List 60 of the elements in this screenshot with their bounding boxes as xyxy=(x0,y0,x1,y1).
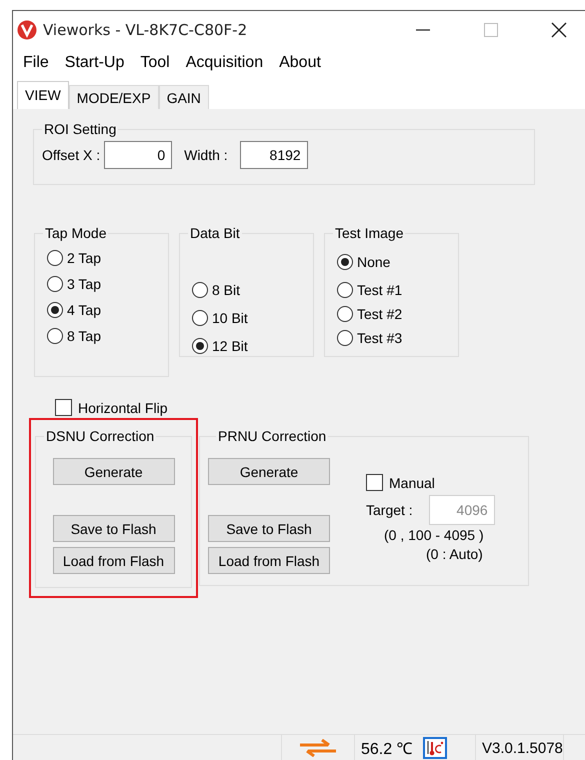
radio-label: 4 Tap xyxy=(67,302,101,318)
checkbox[interactable] xyxy=(55,399,72,416)
field-label: Target : xyxy=(366,502,413,518)
save-button[interactable]: Save to Flash xyxy=(52,515,174,542)
radio-button[interactable] xyxy=(337,330,353,346)
radio-button[interactable] xyxy=(192,338,208,354)
load-button[interactable]: Load from Flash xyxy=(208,547,330,574)
window-title: Vieworks - VL-8K7C-C80F-2 xyxy=(43,21,248,39)
radio-button[interactable] xyxy=(337,306,353,322)
radio-label: Test #2 xyxy=(357,306,402,322)
radio-label: 8 Tap xyxy=(67,328,101,344)
menu-item[interactable]: Acquisition xyxy=(184,54,264,72)
radio-label: None xyxy=(357,254,390,270)
tab[interactable]: VIEW xyxy=(17,81,69,109)
radio-button[interactable] xyxy=(47,302,63,318)
checkbox-label: Horizontal Flip xyxy=(78,400,168,416)
offset-x-field[interactable]: 0 xyxy=(104,141,172,169)
radio-label: 12 Bit xyxy=(212,338,248,354)
app-logo-icon xyxy=(17,20,37,40)
radio-button[interactable] xyxy=(47,276,63,292)
temperature-reading: 56.2 ℃ xyxy=(361,740,413,759)
radio-button[interactable] xyxy=(47,328,63,344)
transfer-arrows-icon xyxy=(298,739,338,757)
range-note: (0 , 100 - 4095 ) xyxy=(384,527,485,543)
group-title: Test Image xyxy=(334,225,404,241)
generate-button[interactable]: Generate xyxy=(208,458,330,485)
auto-note: (0 : Auto) xyxy=(426,546,484,562)
radio-label: 3 Tap xyxy=(67,276,101,292)
group-title: ROI Setting xyxy=(43,121,118,137)
menu-item[interactable]: Start-Up xyxy=(64,54,126,72)
radio-button[interactable] xyxy=(192,282,208,298)
field-label: Offset X : xyxy=(42,147,100,163)
radio-label: 8 Bit xyxy=(212,282,240,298)
checkbox-label: Manual xyxy=(389,474,435,490)
close-icon[interactable] xyxy=(551,22,567,38)
radio-label: 10 Bit xyxy=(212,310,248,326)
load-button[interactable]: Load from Flash xyxy=(52,547,174,574)
group-title: PRNU Correction xyxy=(217,428,328,444)
tab[interactable]: MODE/EXP xyxy=(68,85,159,109)
radio-button[interactable] xyxy=(337,282,353,298)
radio-label: Test #1 xyxy=(357,282,402,298)
group-title: Tap Mode xyxy=(44,225,108,241)
radio-label: 2 Tap xyxy=(67,250,101,266)
generate-button[interactable]: Generate xyxy=(52,458,174,485)
radio-label: Test #3 xyxy=(357,330,402,346)
field-label: Width : xyxy=(184,147,228,163)
thermometer-icon xyxy=(422,737,447,759)
save-button[interactable]: Save to Flash xyxy=(208,515,330,542)
width-field[interactable]: 8192 xyxy=(240,141,308,169)
group-title: Data Bit xyxy=(189,225,241,241)
radio-button[interactable] xyxy=(192,310,208,326)
menu-item[interactable]: Tool xyxy=(139,54,171,72)
radio-button[interactable] xyxy=(337,254,353,270)
version-text: V3.0.1.5078 xyxy=(482,740,563,756)
menu-item[interactable]: File xyxy=(22,54,50,72)
checkbox[interactable] xyxy=(366,474,383,491)
group-title: DSNU Correction xyxy=(45,428,156,444)
tab[interactable]: GAIN xyxy=(158,85,209,109)
menu-item[interactable]: About xyxy=(278,54,322,72)
radio-button[interactable] xyxy=(47,250,63,266)
